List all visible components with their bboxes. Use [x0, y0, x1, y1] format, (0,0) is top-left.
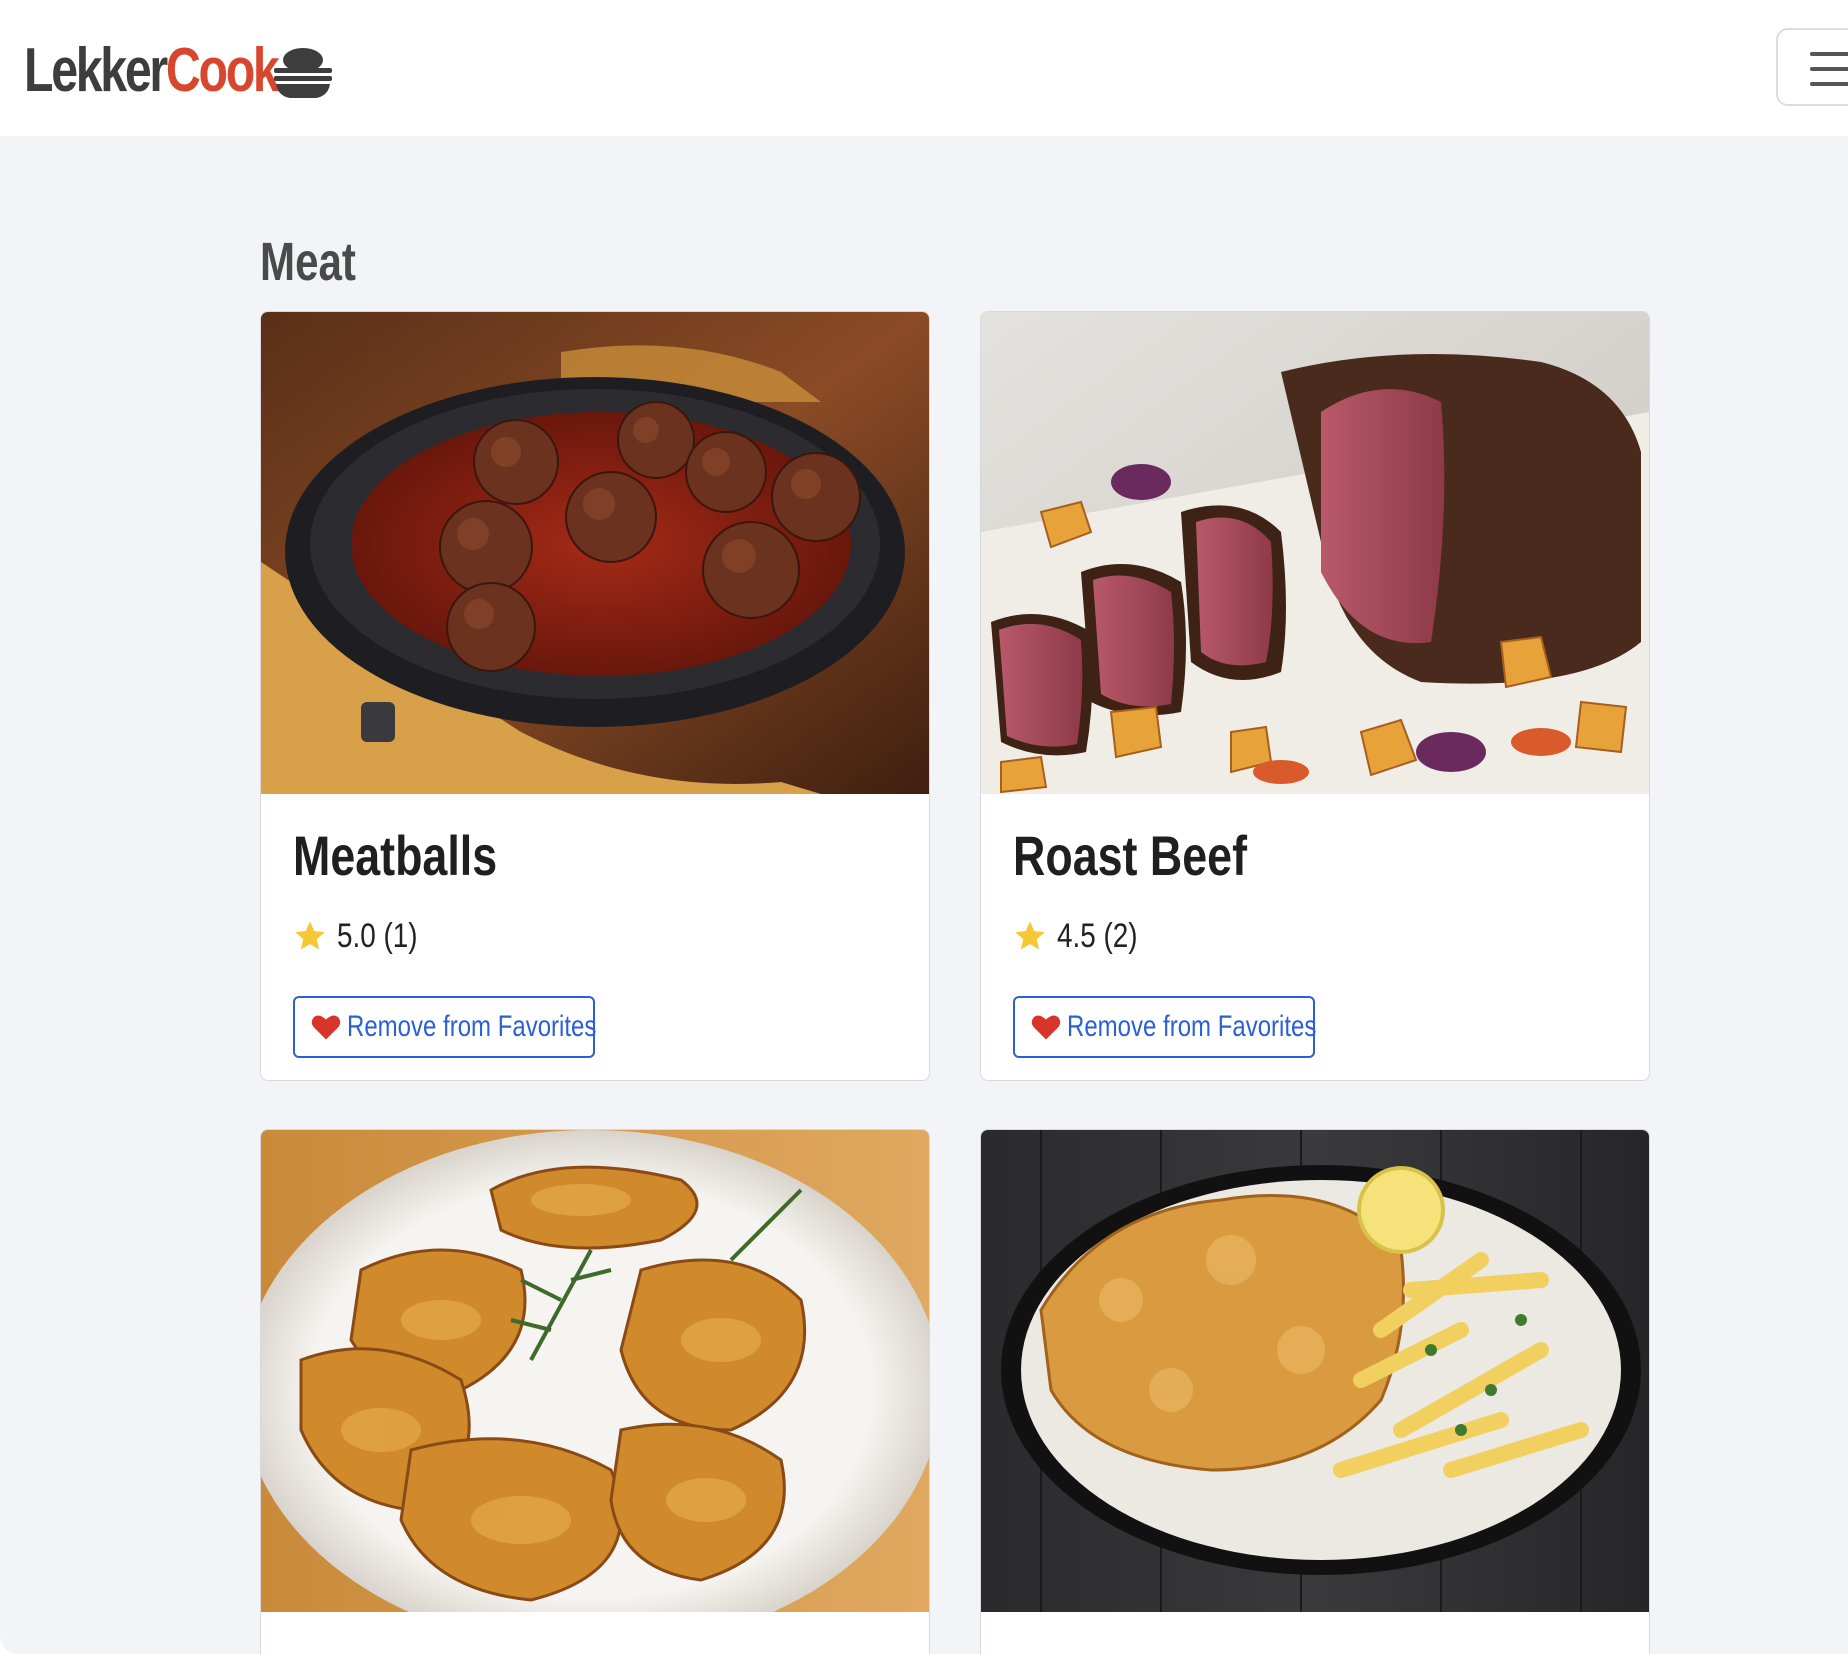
recipe-card	[260, 1129, 930, 1654]
rating-value: 5.0 (1)	[337, 916, 418, 955]
remove-from-favorites-button[interactable]: Remove from Favorites	[1013, 996, 1317, 1058]
recipe-rating: 5.0 (1)	[293, 916, 435, 956]
page: LekkerCook Meat Meatballs 5.0 (1) Remove…	[0, 0, 1848, 1654]
star-icon	[1015, 921, 1045, 950]
recipe-image-chicken[interactable]	[261, 1130, 929, 1612]
recipe-card	[980, 1129, 1650, 1654]
brand-name: LekkerCook	[24, 36, 280, 105]
recipe-title[interactable]: Roast Beef	[1013, 824, 1247, 888]
brand-logo-link[interactable]: LekkerCook	[24, 34, 349, 108]
recipe-image-meatballs[interactable]	[261, 312, 929, 794]
rating-value: 4.5 (2)	[1057, 916, 1138, 955]
recipe-rating: 4.5 (2)	[1013, 916, 1155, 956]
bowl-icon	[274, 48, 332, 98]
heart-icon	[311, 1015, 341, 1040]
favorite-button-label: Remove from Favorites	[347, 1010, 597, 1043]
star-icon	[295, 921, 325, 950]
recipe-card: Roast Beef 4.5 (2) Remove from Favorites	[980, 311, 1650, 1081]
recipe-title[interactable]: Meatballs	[293, 824, 497, 888]
remove-from-favorites-button[interactable]: Remove from Favorites	[293, 996, 597, 1058]
section-title: Meat	[260, 232, 356, 292]
recipe-card: Meatballs 5.0 (1) Remove from Favorites	[260, 311, 930, 1081]
favorite-button-label: Remove from Favorites	[1067, 1010, 1317, 1043]
recipe-image-schnitzel[interactable]	[981, 1130, 1649, 1612]
heart-icon	[1031, 1015, 1061, 1040]
navbar-toggle-button[interactable]	[1776, 28, 1848, 106]
top-navbar: LekkerCook	[0, 0, 1848, 136]
recipe-image-roast-beef[interactable]	[981, 312, 1649, 794]
